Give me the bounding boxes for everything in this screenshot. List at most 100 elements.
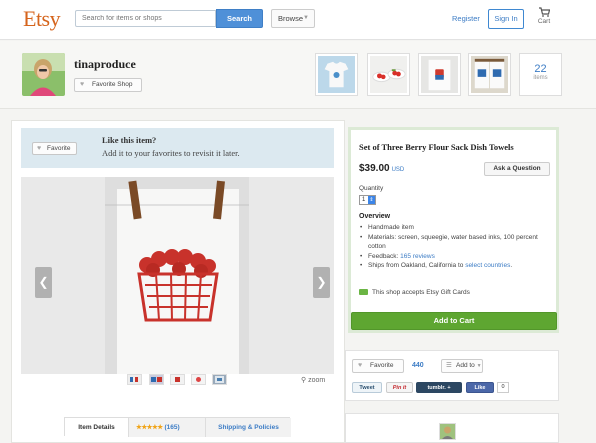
gallery-thumb[interactable] bbox=[127, 374, 142, 385]
list-icon: ☰ bbox=[446, 362, 452, 369]
favorite-item-button[interactable]: ♥ Favorite bbox=[352, 359, 404, 373]
favorite-button[interactable]: ♥ Favorite bbox=[32, 142, 77, 155]
sign-in-button[interactable]: Sign In bbox=[488, 9, 524, 29]
owner-avatar-image bbox=[440, 424, 455, 439]
gallery-thumb-image bbox=[192, 375, 205, 384]
gallery-thumb[interactable] bbox=[212, 374, 227, 385]
favorite-item-label: Favorite bbox=[370, 362, 394, 369]
list-item: Handmade item bbox=[359, 223, 549, 233]
banner-title: Like this item? bbox=[102, 135, 157, 145]
feedback-prefix: Feedback: bbox=[368, 252, 401, 260]
gift-card-icon bbox=[359, 289, 368, 295]
listing-tabs: Item Details ★★★★★ (165) Shipping & Poli… bbox=[64, 417, 291, 437]
pin-it-button[interactable]: Pin it bbox=[386, 382, 413, 393]
shop-item-thumb[interactable] bbox=[367, 53, 410, 96]
overview-list: Handmade item Materials: screen, squeegi… bbox=[359, 223, 549, 271]
zoom-label: zoom bbox=[308, 377, 326, 384]
main-listing-photo[interactable]: ❮ ❯ bbox=[21, 177, 334, 374]
ships-prefix: Ships from Oakland, California to bbox=[368, 262, 466, 270]
chevron-down-icon: ▼ bbox=[303, 15, 309, 21]
list-item: Feedback: 165 reviews bbox=[359, 252, 549, 262]
shop-owner-avatar[interactable] bbox=[439, 423, 456, 440]
buy-box: Set of Three Berry Flour Sack Dish Towel… bbox=[348, 127, 559, 333]
shop-items-count[interactable]: 22 items bbox=[519, 53, 562, 96]
avatar-photo bbox=[22, 53, 65, 96]
shop-avatar[interactable] bbox=[22, 53, 65, 96]
add-to-cart-button[interactable]: Add to Cart bbox=[351, 312, 557, 330]
facebook-like-button[interactable]: Like bbox=[466, 382, 494, 393]
social-share-panel: ♥ Favorite 440 ☰ Add to ▼ Tweet Pin it t… bbox=[345, 350, 559, 401]
favorite-shop-label: Favorite Shop bbox=[92, 81, 133, 88]
search-button[interactable]: Search bbox=[216, 9, 263, 28]
top-header: Etsy Search Browse ▼ Register Sign In Ca… bbox=[0, 0, 596, 40]
previous-image-button[interactable]: ❮ bbox=[35, 267, 52, 298]
currency-label[interactable]: USD bbox=[392, 167, 405, 173]
banner-subtitle: Add it to your favorites to revisit it l… bbox=[102, 148, 240, 158]
shop-header: tinaproduce ♥ Favorite Shop 22 items bbox=[0, 41, 596, 109]
add-to-label: Add to bbox=[456, 362, 475, 369]
gift-card-text: This shop accepts Etsy Gift Cards bbox=[372, 289, 470, 296]
favorite-prompt-banner: ♥ Favorite Like this item? Add it to you… bbox=[21, 128, 334, 168]
favorite-count[interactable]: 440 bbox=[412, 362, 424, 369]
cart-button[interactable]: Cart bbox=[536, 7, 552, 25]
strawberry-bowls-image bbox=[370, 56, 407, 93]
shop-item-thumb[interactable] bbox=[315, 53, 358, 96]
towels-set-image bbox=[471, 56, 508, 93]
shop-name-link[interactable]: tinaproduce bbox=[74, 57, 136, 72]
search-input[interactable] bbox=[75, 10, 216, 27]
tumblr-button[interactable]: tumblr. + bbox=[416, 382, 462, 393]
add-to-list-dropdown[interactable]: ☰ Add to ▼ bbox=[441, 359, 483, 373]
cart-label: Cart bbox=[537, 18, 551, 25]
favorite-shop-button[interactable]: ♥ Favorite Shop bbox=[74, 78, 142, 92]
quantity-label: Quantity bbox=[359, 185, 384, 192]
magnifier-icon: ⚲ bbox=[301, 377, 307, 384]
price-value: $39.00 bbox=[359, 163, 390, 174]
ships-suffix: . bbox=[510, 262, 513, 270]
chevron-down-icon: ▼ bbox=[476, 363, 482, 369]
reviews-count: (165) bbox=[164, 424, 180, 431]
gallery-thumb-image bbox=[150, 375, 163, 384]
shop-owner-panel bbox=[345, 413, 559, 443]
tab-item-details[interactable]: Item Details bbox=[65, 418, 128, 437]
towel-image bbox=[421, 56, 458, 93]
gift-card-notice: This shop accepts Etsy Gift Cards bbox=[359, 289, 470, 296]
heart-icon: ♥ bbox=[37, 145, 42, 152]
listing-media-panel: ♥ Favorite Like this item? Add it to you… bbox=[11, 120, 345, 443]
listing-price: $39.00 USD bbox=[359, 163, 404, 174]
gallery-thumb[interactable] bbox=[149, 374, 164, 385]
etsy-logo[interactable]: Etsy bbox=[23, 6, 61, 32]
items-label: items bbox=[533, 75, 548, 81]
like-count: 0 bbox=[497, 382, 509, 393]
quantity-value: 1 bbox=[362, 197, 366, 203]
items-count: 22 bbox=[534, 63, 547, 75]
heart-icon: ♥ bbox=[358, 362, 363, 369]
reviews-link[interactable]: 165 reviews bbox=[400, 253, 435, 260]
browse-label: Browse bbox=[278, 14, 304, 23]
register-link[interactable]: Register bbox=[452, 14, 480, 23]
shop-item-thumb[interactable] bbox=[418, 53, 461, 96]
gallery-thumb-image bbox=[128, 375, 141, 384]
tweet-button[interactable]: Tweet bbox=[352, 382, 382, 393]
gallery-thumb-image bbox=[213, 375, 226, 384]
zoom-button[interactable]: ⚲ zoom bbox=[301, 376, 325, 384]
list-item: Materials: screen, squeegie, water based… bbox=[359, 233, 549, 252]
listing-title: Set of Three Berry Flour Sack Dish Towel… bbox=[359, 142, 514, 152]
next-image-button[interactable]: ❯ bbox=[313, 267, 330, 298]
select-countries-link[interactable]: select countries bbox=[465, 262, 510, 269]
browse-dropdown[interactable]: Browse ▼ bbox=[271, 9, 315, 28]
shop-item-thumb[interactable] bbox=[468, 53, 511, 96]
berry-towel-photo bbox=[21, 177, 334, 374]
tab-shipping-policies[interactable]: Shipping & Policies bbox=[206, 418, 291, 437]
heart-icon: ♥ bbox=[80, 81, 85, 88]
favorite-label: Favorite bbox=[47, 145, 71, 152]
select-arrows-icon: ⇕ bbox=[368, 196, 375, 204]
ask-question-button[interactable]: Ask a Question bbox=[484, 162, 550, 176]
gallery-thumb[interactable] bbox=[191, 374, 206, 385]
quantity-select[interactable]: 1 ⇕ bbox=[359, 195, 376, 205]
list-item: Ships from Oakland, California to select… bbox=[359, 261, 549, 271]
gallery-thumb[interactable] bbox=[170, 374, 185, 385]
cart-icon bbox=[538, 7, 550, 17]
tab-reviews[interactable]: ★★★★★ (165) bbox=[128, 418, 206, 437]
rating-stars-icon: ★★★★★ bbox=[136, 424, 163, 431]
gallery-thumb-image bbox=[171, 375, 184, 384]
